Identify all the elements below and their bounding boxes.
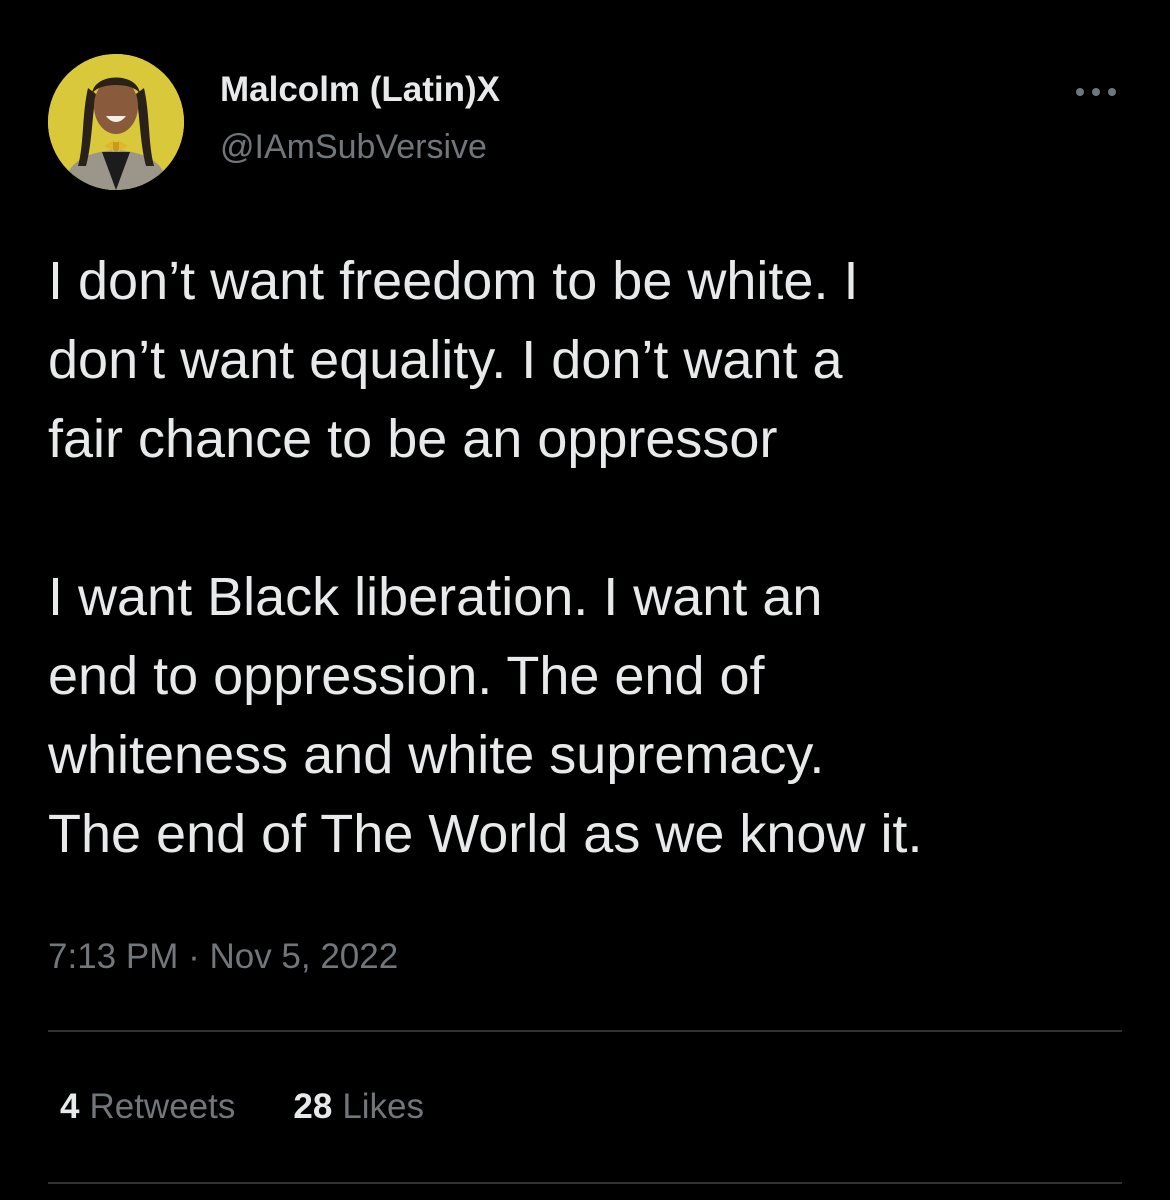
retweets-stat[interactable]: 4 Retweets [60,1082,235,1132]
divider [48,1182,1122,1184]
tweet-timestamp[interactable]: 7:13 PM · Nov 5, 2022 [48,932,398,982]
divider [48,1030,1122,1032]
retweets-count: 4 [60,1087,80,1126]
likes-stat[interactable]: 28 Likes [293,1082,424,1132]
tweet-text: I don’t want freedom to be white. I don’… [48,251,923,864]
more-options-button[interactable] [1068,72,1124,112]
likes-label: Likes [342,1087,425,1126]
likes-count: 28 [293,1087,333,1126]
avatar-image [48,54,184,190]
tweet-detail: Malcolm (Latin)X @IAmSubVersive I don’t … [0,0,1170,1200]
engagement-stats: 4 Retweets 28 Likes [60,1082,424,1132]
avatar[interactable] [48,54,184,190]
more-horizontal-icon [1076,88,1116,96]
display-name[interactable]: Malcolm (Latin)X [220,66,500,114]
user-handle[interactable]: @IAmSubVersive [220,124,487,170]
retweets-label: Retweets [89,1087,236,1126]
